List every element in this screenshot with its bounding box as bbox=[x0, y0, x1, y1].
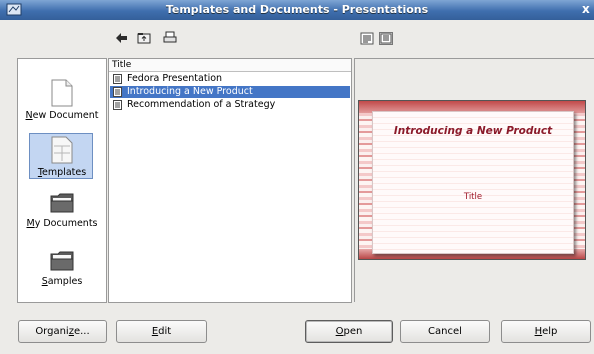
organize-button[interactable]: Organize... bbox=[18, 320, 107, 343]
document-preview-icon[interactable] bbox=[358, 30, 376, 48]
templates-icon bbox=[51, 136, 73, 164]
sidebar-item-label: My Documents bbox=[26, 218, 98, 229]
category-sidebar: New Document Templates My Documents Samp… bbox=[17, 58, 107, 303]
new-document-icon bbox=[51, 79, 73, 107]
preview-slide-subtitle: Title bbox=[463, 192, 483, 202]
document-properties-icon[interactable] bbox=[377, 30, 395, 48]
list-item[interactable]: Introducing a New Product bbox=[110, 86, 350, 98]
template-file-icon bbox=[113, 100, 122, 110]
sidebar-item-label: New Document bbox=[25, 110, 99, 121]
folder-icon bbox=[50, 193, 74, 213]
edit-button[interactable]: Edit bbox=[116, 320, 207, 343]
template-list[interactable]: Title Fedora Presentation Introducing a … bbox=[108, 58, 352, 303]
dialog-button-bar: Organize... Edit Open Cancel Help bbox=[0, 304, 594, 354]
sidebar-item-samples[interactable]: Samples bbox=[18, 249, 106, 287]
sidebar-item-new-document[interactable]: New Document bbox=[18, 79, 106, 121]
preview-slide-title: Introducing a New Product bbox=[393, 125, 553, 137]
sidebar-item-label: Samples bbox=[41, 276, 83, 287]
slide-preview: Introducing a New Product Title bbox=[358, 100, 586, 260]
template-file-icon bbox=[113, 87, 122, 97]
cancel-button[interactable]: Cancel bbox=[400, 320, 490, 343]
list-item[interactable]: Fedora Presentation bbox=[110, 73, 350, 85]
print-icon[interactable] bbox=[161, 29, 179, 47]
window-titlebar: Templates and Documents - Presentations … bbox=[0, 0, 594, 20]
preview-pane: Introducing a New Product Title bbox=[354, 58, 594, 302]
preview-slide-card: Introducing a New Product Title bbox=[372, 111, 574, 254]
list-item[interactable]: Recommendation of a Strategy bbox=[110, 99, 350, 111]
back-arrow-icon[interactable] bbox=[112, 30, 130, 48]
sidebar-item-templates[interactable]: Templates bbox=[18, 133, 106, 179]
sidebar-item-my-documents[interactable]: My Documents bbox=[18, 191, 106, 229]
close-icon[interactable]: x bbox=[582, 2, 594, 17]
help-button[interactable]: Help bbox=[501, 320, 591, 343]
toolbar bbox=[0, 20, 594, 54]
template-file-icon bbox=[113, 74, 122, 84]
sidebar-item-label: Templates bbox=[37, 167, 87, 178]
up-folder-icon[interactable] bbox=[135, 30, 153, 48]
folder-icon bbox=[50, 251, 74, 271]
open-button[interactable]: Open bbox=[305, 320, 393, 343]
window-title: Templates and Documents - Presentations bbox=[165, 3, 429, 16]
column-header-title[interactable]: Title bbox=[109, 59, 351, 72]
